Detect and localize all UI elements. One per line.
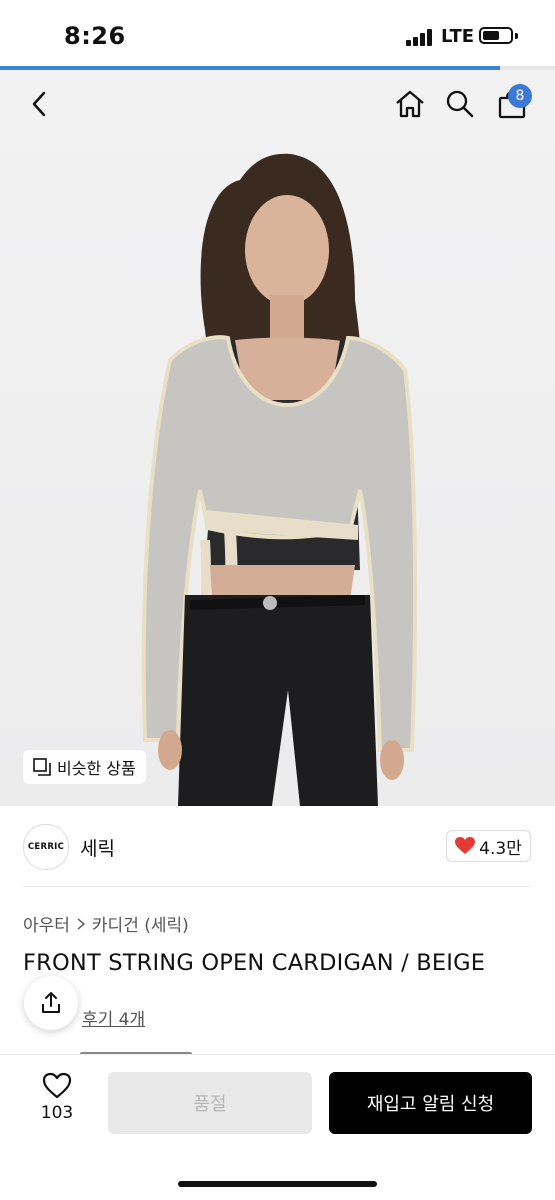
battery-level — [483, 31, 499, 40]
divider — [23, 886, 531, 887]
brand-like-button[interactable]: 4.3만 — [446, 830, 531, 862]
battery-tip — [515, 33, 518, 39]
cart-count-badge: 8 — [508, 84, 532, 108]
status-time: 8:26 — [64, 22, 126, 50]
signal-icon — [406, 28, 436, 46]
home-indicator — [178, 1181, 377, 1187]
wishlist-button[interactable]: 103 — [30, 1072, 84, 1132]
back-icon — [32, 91, 46, 117]
share-button[interactable] — [24, 976, 78, 1030]
model-illustration — [141, 153, 418, 806]
back-button[interactable] — [20, 82, 60, 126]
restock-alert-button[interactable]: 재입고 알림 신청 — [329, 1072, 532, 1134]
heart-outline-icon — [42, 1072, 72, 1099]
search-icon — [446, 90, 474, 118]
brand-logo[interactable]: CERRIC — [23, 824, 69, 870]
network-label: LTE — [441, 26, 475, 47]
home-button[interactable] — [390, 82, 430, 126]
brand-like-count: 4.3만 — [479, 838, 522, 859]
chevron-right-icon — [77, 917, 86, 930]
soldout-button: 품절 — [108, 1072, 312, 1134]
wishlist-count: 103 — [40, 1103, 74, 1123]
breadcrumb: 아우터 카디건 (세릭) — [23, 911, 189, 936]
home-icon — [396, 90, 424, 118]
top-navigation — [0, 70, 555, 140]
search-button[interactable] — [440, 82, 480, 126]
breadcrumb-item-cardigan[interactable]: 카디건 (세릭) — [92, 911, 189, 936]
breadcrumb-item-outer[interactable]: 아우터 — [23, 911, 70, 936]
battery-icon — [479, 27, 513, 44]
product-image[interactable] — [0, 70, 555, 806]
review-link[interactable]: 후기 4개 — [82, 1005, 145, 1030]
similar-products-button[interactable]: 비슷한 상품 — [23, 750, 146, 784]
similar-products-label: 비슷한 상품 — [57, 759, 136, 778]
share-icon — [42, 992, 60, 1013]
brand-name[interactable]: 세릭 — [80, 834, 115, 861]
copy-icon — [33, 758, 51, 776]
product-title: FRONT STRING OPEN CARDIGAN / BEIGE — [23, 950, 486, 976]
heart-filled-icon — [455, 837, 476, 854]
